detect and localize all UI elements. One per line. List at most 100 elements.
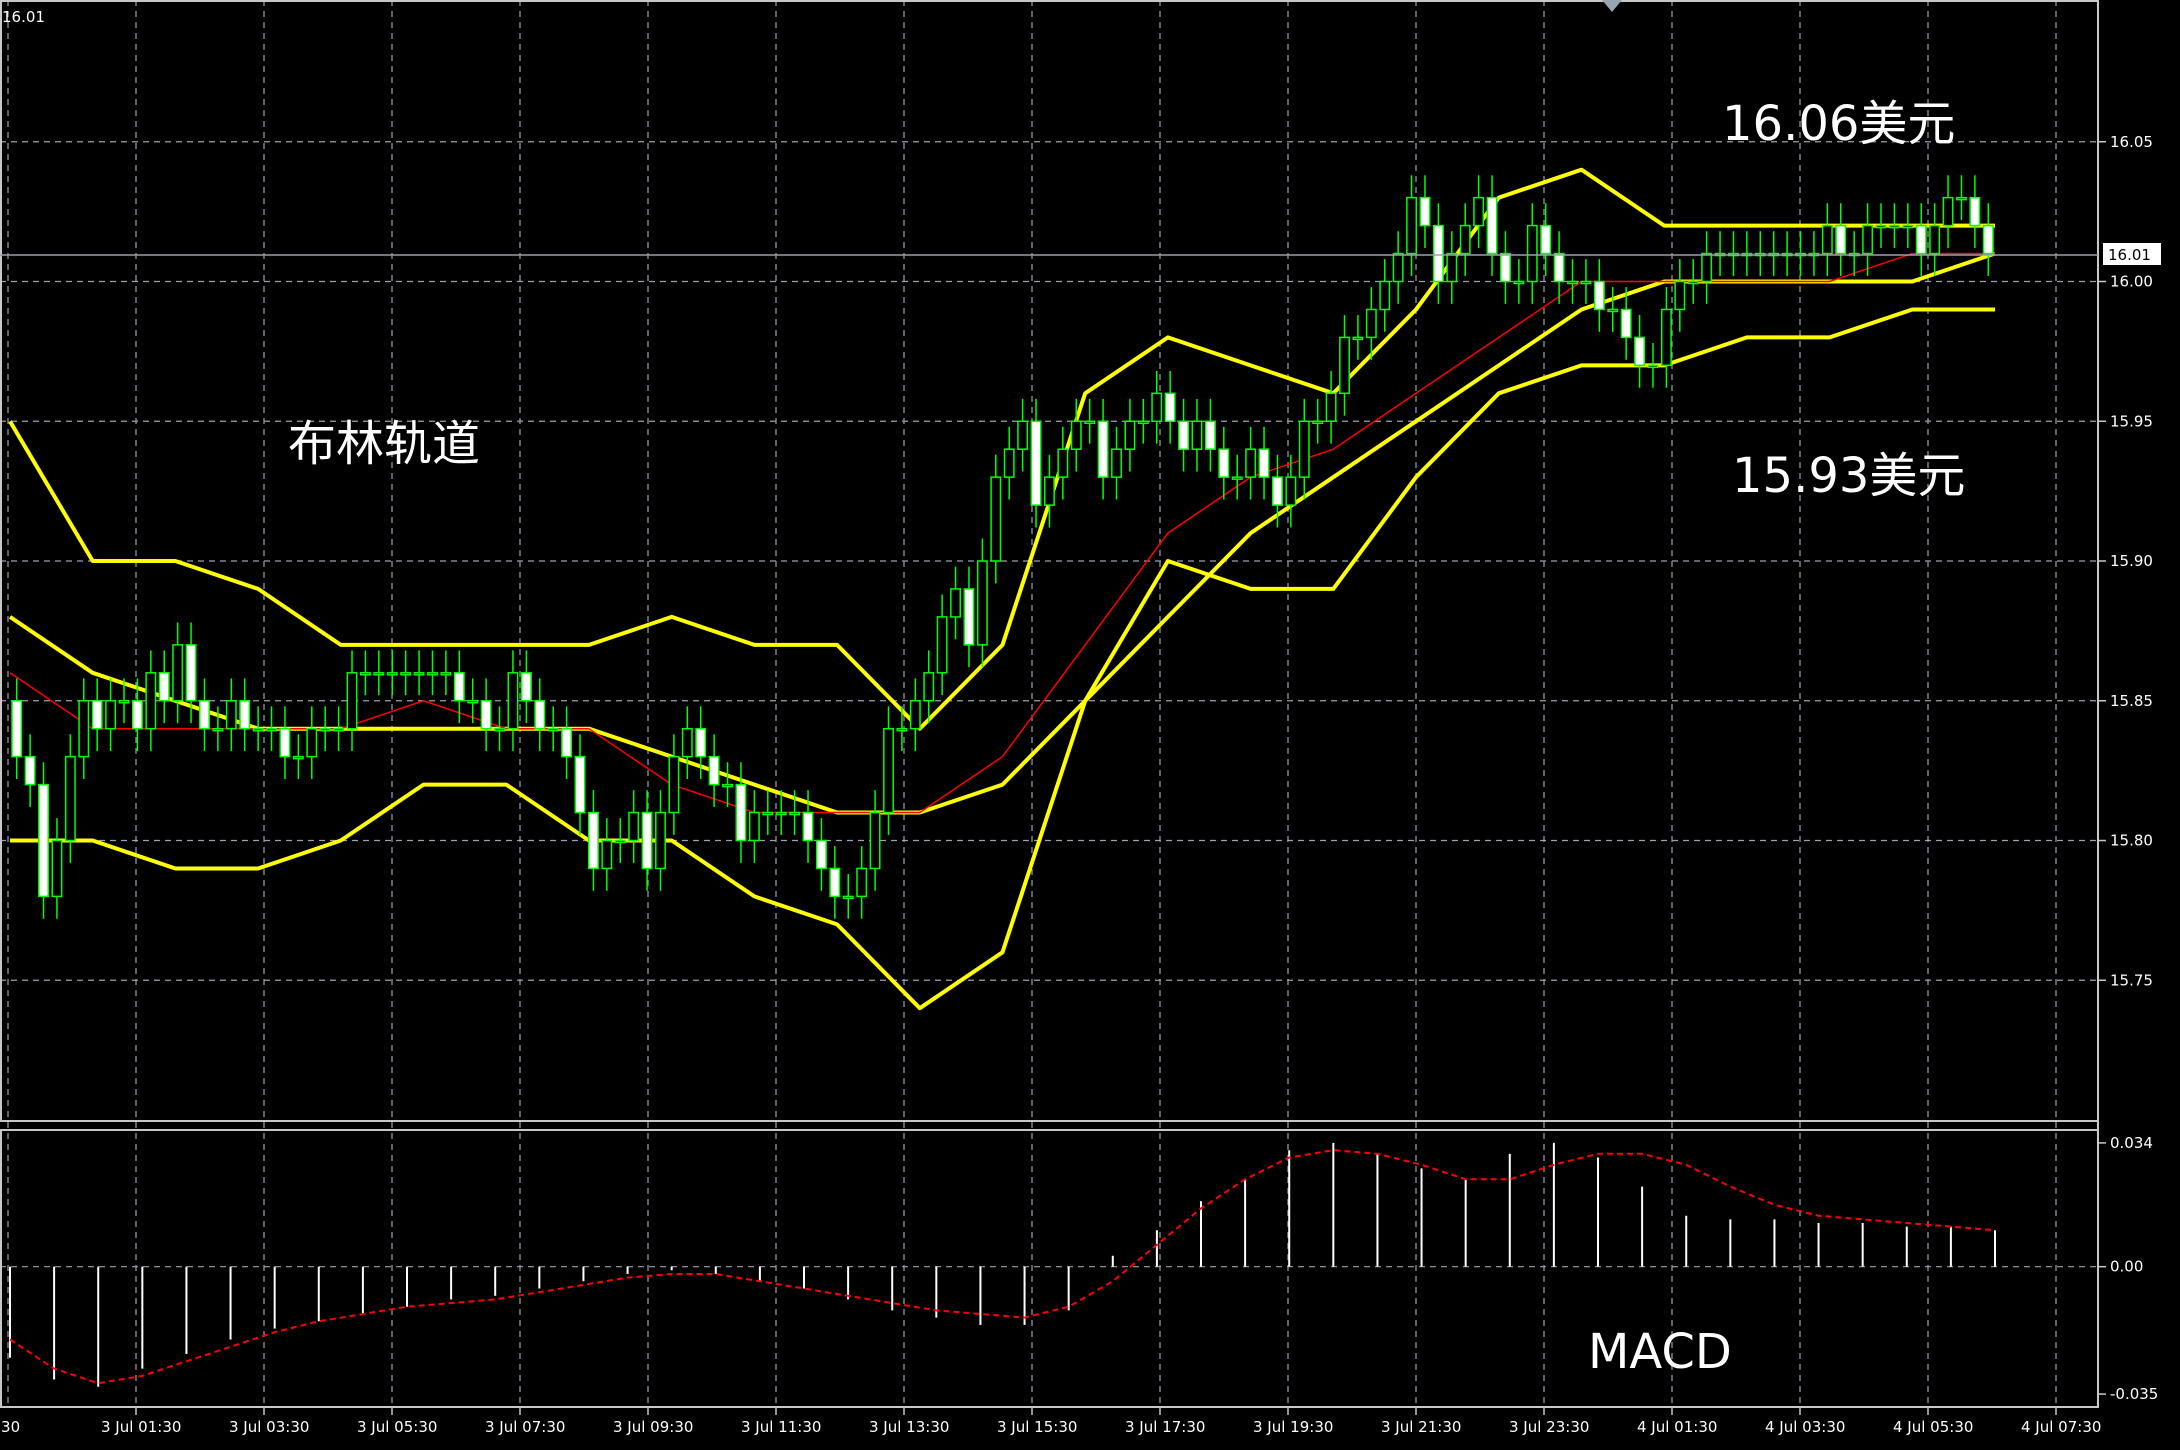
candle-body (775, 811, 787, 816)
candle-body (507, 672, 519, 730)
candle-body (1969, 196, 1981, 227)
candle-body (1043, 476, 1055, 506)
candle-body (225, 700, 237, 730)
candle-body (1875, 224, 1887, 229)
candle-body (279, 727, 291, 758)
lower-price-annotation: 15.93美元 (1732, 448, 1965, 504)
candle-body (1231, 476, 1243, 480)
candle-body (199, 700, 210, 730)
candle-body (131, 700, 143, 730)
forex-chart: 16.01 16.05 16.00 15.95 15.90 15.85 15.80 15.7… (0, 0, 2180, 1450)
candle-body (789, 811, 801, 816)
candle-body (1835, 224, 1847, 255)
candle-body (1473, 196, 1485, 227)
candle-body (1339, 336, 1350, 395)
candle-body (1513, 280, 1525, 285)
time-tick-label: :30 (0, 1418, 20, 1436)
candle-body (1298, 420, 1310, 478)
candle-body (963, 588, 975, 646)
candle-body (64, 755, 76, 842)
candle-body (1406, 196, 1418, 255)
candle-body (1258, 448, 1270, 478)
candle-body (1982, 224, 1994, 255)
price-tick-label: 16.05 (2110, 133, 2153, 151)
macd-tick-label: 0.00 (2110, 1258, 2143, 1276)
candle-body (440, 672, 452, 676)
candle-body (990, 476, 1002, 562)
candle-body (38, 783, 49, 898)
candle-body (708, 755, 720, 786)
candle-body (145, 672, 157, 730)
time-tick-label: 3 Jul 23:30 (1509, 1418, 1589, 1436)
candle-body (252, 727, 264, 732)
candle-body (1245, 448, 1257, 478)
candle-body (1124, 420, 1136, 450)
candle-body (158, 672, 170, 702)
candle-body (1070, 420, 1082, 450)
candle-body (829, 867, 841, 898)
candle-body (976, 560, 988, 646)
candle-body (91, 700, 103, 730)
candle-body (842, 895, 854, 900)
candle-body (1137, 420, 1149, 424)
candle-body (1647, 364, 1659, 369)
candle-body (1607, 308, 1619, 313)
candle-body (641, 811, 653, 870)
time-tick-label: 4 Jul 01:30 (1637, 1418, 1717, 1436)
candle-body (1929, 224, 1941, 255)
macd-tick-label: 0.034 (2110, 1134, 2153, 1152)
candle-body (936, 616, 948, 674)
candle-body (601, 839, 613, 870)
candle-body (1553, 252, 1565, 283)
time-tick-label: 3 Jul 07:30 (485, 1418, 565, 1436)
time-tick-label: 4 Jul 05:30 (1893, 1418, 1973, 1436)
candle-body (1862, 224, 1874, 255)
time-tick-label: 4 Jul 07:30 (2021, 1418, 2101, 1436)
candle-body (1218, 448, 1230, 478)
candle-body (1500, 252, 1511, 283)
candle-body (1272, 476, 1283, 506)
candle-body (400, 672, 412, 676)
price-tick-label: 15.90 (2110, 552, 2153, 570)
time-tick-label: 3 Jul 13:30 (869, 1418, 949, 1436)
candle-body (1178, 420, 1190, 450)
candle-body (1204, 420, 1216, 450)
candle-body (1164, 392, 1176, 422)
candle-body (722, 783, 733, 788)
current-price-label: 16.01 (2108, 246, 2151, 264)
candle-body (1593, 280, 1605, 311)
candle-body (185, 644, 197, 702)
candle-body (748, 811, 760, 842)
candle-body (1634, 336, 1646, 367)
candle-body (346, 672, 358, 730)
candle-body (1151, 392, 1163, 422)
candle-body (11, 700, 23, 758)
candle-body (869, 811, 881, 870)
candle-body (1312, 420, 1324, 424)
candle-body (1821, 224, 1833, 255)
candle-body (668, 755, 680, 814)
candle-body (1567, 280, 1578, 285)
candle-body (319, 727, 331, 732)
candle-body (628, 811, 640, 842)
candle-body (1446, 252, 1458, 283)
candle-body (547, 727, 559, 732)
candle-body (561, 727, 573, 758)
candle-body (1459, 224, 1471, 255)
time-tick-label: 3 Jul 09:30 (613, 1418, 693, 1436)
candle-body (1379, 280, 1391, 311)
candle-body (24, 755, 36, 786)
candle-body (453, 672, 465, 702)
candle-body (292, 755, 304, 760)
candle-body (239, 700, 251, 730)
candle-body (802, 811, 814, 842)
candle-body (520, 672, 532, 702)
candle-body (386, 672, 398, 676)
candle-body (51, 839, 63, 898)
candle-body (1017, 420, 1029, 450)
candle-body (1660, 308, 1672, 367)
candle-body (762, 811, 774, 816)
candle-body (695, 727, 707, 758)
price-tick-label: 15.80 (2110, 832, 2153, 850)
candle-body (1915, 224, 1927, 255)
